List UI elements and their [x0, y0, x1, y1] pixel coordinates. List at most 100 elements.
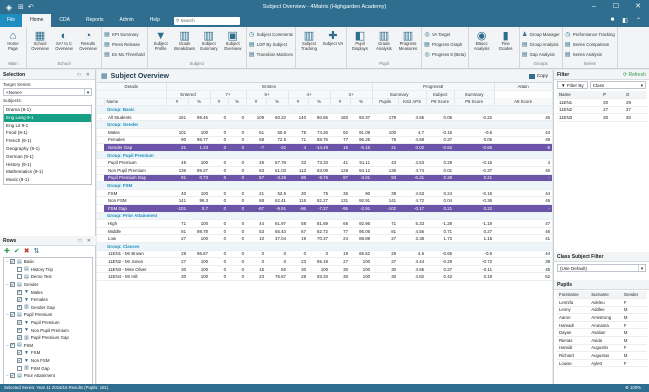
column-header[interactable]: Pupils: [372, 98, 399, 107]
class-filter-select[interactable]: (Use Default) ▾: [557, 264, 646, 272]
tree-checkbox[interactable]: ✔: [17, 320, 22, 326]
filter-by-button[interactable]: ▼ Filter By: [557, 81, 588, 89]
group-row[interactable]: Group: Basic: [97, 105, 553, 114]
grade-analysis-button[interactable]: ▥ Grade Analysis: [373, 29, 395, 52]
table-row[interactable]: 11EN4 - Mr Hill 30 100 0 0 23 76.67 28 93.33 30 10…: [97, 272, 553, 281]
group-row[interactable]: Group: Prior Attainment: [97, 212, 553, 221]
subject-item[interactable]: Drama (9-1): [4, 106, 91, 114]
pupil-row[interactable]: Dayan Asalian M: [557, 328, 647, 338]
tree-checkbox[interactable]: ✔: [17, 335, 22, 341]
tree-checkbox[interactable]: [17, 274, 22, 280]
copy-button[interactable]: Copy: [528, 73, 548, 79]
home-page-button[interactable]: ⌂ Home Page: [2, 29, 24, 52]
press-release-button[interactable]: ▤ Press Release: [104, 40, 145, 48]
tree-node[interactable]: ✔ ▼ Pupil Premium: [4, 319, 92, 327]
panel-controls[interactable]: □ ✕: [77, 72, 92, 78]
tab-help[interactable]: Help: [142, 14, 168, 27]
minimize-button[interactable]: –: [583, 0, 605, 14]
column-header[interactable]: #: [246, 98, 267, 107]
filter-column-header[interactable]: Name: [557, 91, 602, 99]
file-menu[interactable]: File: [0, 14, 23, 27]
subject-summary-button[interactable]: ▥ Subject Summary: [198, 29, 220, 52]
tree-node[interactable]: − ✔ ▤ Pupil Premium: [4, 311, 92, 319]
pupil-row[interactable]: Hamidi Augustin F: [557, 344, 647, 353]
target-series-select[interactable]: <None> ▾: [3, 88, 92, 96]
column-header[interactable]: %: [228, 98, 247, 107]
pupil-column-header[interactable]: Surname: [589, 291, 622, 300]
column-header[interactable]: #: [330, 98, 351, 107]
tab-admin[interactable]: Admin: [111, 14, 141, 27]
pupil-row[interactable]: Lenny Addlee M: [557, 306, 647, 315]
table-row[interactable]: FSM 40 100 0 0 21 52.5 30 75 36 90 39 4.53 0.24 -0.15 4…: [97, 189, 553, 198]
maximize-button[interactable]: ☐: [605, 0, 627, 14]
tree-checkbox[interactable]: ✔: [10, 373, 15, 379]
progress-measures-button[interactable]: ▥ Progress Measures: [397, 29, 419, 52]
progress-8-beta-button[interactable]: ◎ Progress 8 (Beta): [424, 50, 465, 58]
column-header[interactable]: A8 Score: [494, 98, 553, 107]
grade-breakdown-button[interactable]: ▥ Grade Breakdown: [174, 29, 196, 52]
subject-va-button[interactable]: ✚ Subject VA: [322, 29, 344, 47]
table-row[interactable]: Middle 81 98.78 0 0 53 65.43 67 82.72 77 95.06 81 4.…: [97, 227, 553, 236]
series-comparison-button[interactable]: ▤ Series Comparison: [565, 40, 615, 48]
column-header[interactable]: #: [210, 98, 229, 107]
check-all-icon[interactable]: ✔: [14, 247, 20, 255]
tree-node[interactable]: ✔ ▥ Gender Gap: [4, 304, 92, 312]
ebacc-analysis-button[interactable]: ◉ EBacc Analysis: [471, 29, 493, 52]
tree-node[interactable]: ✔ ▼ FSM: [4, 349, 92, 357]
tree-checkbox[interactable]: ✔: [17, 304, 22, 310]
column-header[interactable]: P8 Score: [454, 98, 495, 107]
rows-tree[interactable]: − ✔ ▤ Basic ▤ History Trip ▤ Demo Test − ✔ ▤ Gender…: [3, 257, 93, 386]
tree-node[interactable]: − ✔ ▤ FSM: [4, 342, 92, 350]
gap-analysis-button[interactable]: ▤ Gap Analysis: [522, 50, 560, 58]
tree-checkbox[interactable]: ✔: [17, 350, 22, 356]
add-row-icon[interactable]: ✚: [4, 247, 10, 255]
pupil-row[interactable]: Richard Augustus M: [557, 351, 647, 360]
filter-column-header[interactable]: G: [624, 91, 647, 99]
tab-cda[interactable]: CDA: [51, 14, 78, 27]
close-button[interactable]: ✕: [627, 0, 649, 14]
subject-item[interactable]: Religious Studies (9-1): [4, 184, 91, 185]
table-row[interactable]: Low 27 100 0 0 10 37.04 19 70.37 24 88.89 27 3.38 1.7…: [97, 234, 553, 243]
tree-node[interactable]: ✔ ▼ Non Pupil Premium: [4, 326, 92, 334]
tree-checkbox[interactable]: ✔: [17, 358, 22, 364]
filter-row[interactable]: 11EN3 30 30: [557, 113, 647, 122]
pupil-displays-button[interactable]: ◧ Pupil Displays: [349, 29, 371, 52]
table-row[interactable]: Males 101 100 0 0 51 50.5 75 74.26 92 91.09 100 4.7-…: [97, 128, 553, 137]
tree-node[interactable]: ✔ ▼ Females: [4, 296, 92, 304]
tree-checkbox[interactable]: ✔: [10, 342, 15, 348]
tree-node[interactable]: ▤ Demo Test: [4, 273, 92, 281]
tree-node[interactable]: ▥ FSM Gap: [4, 364, 92, 372]
sa-to-c-overview-button[interactable]: ◐ SA* to C Overview: [53, 29, 75, 52]
tree-checkbox[interactable]: ✔: [17, 327, 22, 333]
rows-panel-controls[interactable]: □ ✕: [78, 238, 93, 244]
tree-checkbox[interactable]: ✔: [17, 297, 22, 303]
gap-row[interactable]: Pupil Premium Gap 91 0.73 0 0 57 -3.25 80 -9.76 8…: [97, 174, 553, 183]
tree-checkbox[interactable]: ✔: [17, 289, 22, 295]
zoom-level[interactable]: ⚙ 100%: [625, 384, 649, 392]
subject-profile-button[interactable]: ▼ Subject Profile: [150, 29, 172, 52]
column-header[interactable]: #: [288, 98, 309, 107]
results-overview-button[interactable]: ◔ Results Overview: [77, 29, 99, 52]
tab-home[interactable]: Home: [22, 14, 52, 27]
subject-comments-button[interactable]: ◷ Subject Comments: [249, 30, 293, 38]
column-header[interactable]: Name: [104, 98, 167, 107]
table-row[interactable]: Females 80 98.77 0 0 58 72.5 71 88.75 77 96.25 79 4.…: [97, 136, 553, 145]
group-row[interactable]: Group: Gender: [97, 120, 553, 130]
kpi-summary-button[interactable]: ▤ KPI Summary: [104, 30, 145, 38]
gap-row[interactable]: FSM Gap -101 0.7 0 0 -67 -9.91 -86 -7.27 -95 -2.91…: [97, 204, 553, 213]
tree-node[interactable]: − ✔ ▤ Basic: [4, 258, 92, 266]
subject-item[interactable]: Mathematics (9-1): [4, 168, 91, 176]
tree-checkbox[interactable]: ✔: [10, 282, 15, 288]
group-analysis-button[interactable]: ▤ Group Analysis: [522, 40, 560, 48]
pupil-column-header[interactable]: Gender: [621, 291, 647, 300]
tree-node[interactable]: ✔ ▥ Pupil Premium Gap: [4, 334, 92, 342]
table-row[interactable]: Non FSM 141 99.3 0 0 88 62.41 116 82.27 131 92.91 1…: [97, 196, 553, 205]
undo-icon[interactable]: ↶: [28, 3, 34, 11]
refresh-button[interactable]: ⟳ Refresh: [623, 72, 646, 78]
filter-column-header[interactable]: P: [601, 91, 625, 99]
subject-tracking-button[interactable]: ▥ Subject Tracking: [298, 29, 320, 52]
table-row[interactable]: 11EN1 - Mr Brown 29 96.67 0 0 0 0 0 0 19 65.52 29 4.…: [97, 250, 553, 259]
delete-row-icon[interactable]: ✖: [24, 247, 30, 255]
gap-row[interactable]: Gender Gap 21 1.23 0 0 -7 -22 4 -14.49 15 -5.16 21 0…: [97, 143, 553, 152]
collapse-ribbon-icon[interactable]: ⌃: [636, 17, 641, 24]
